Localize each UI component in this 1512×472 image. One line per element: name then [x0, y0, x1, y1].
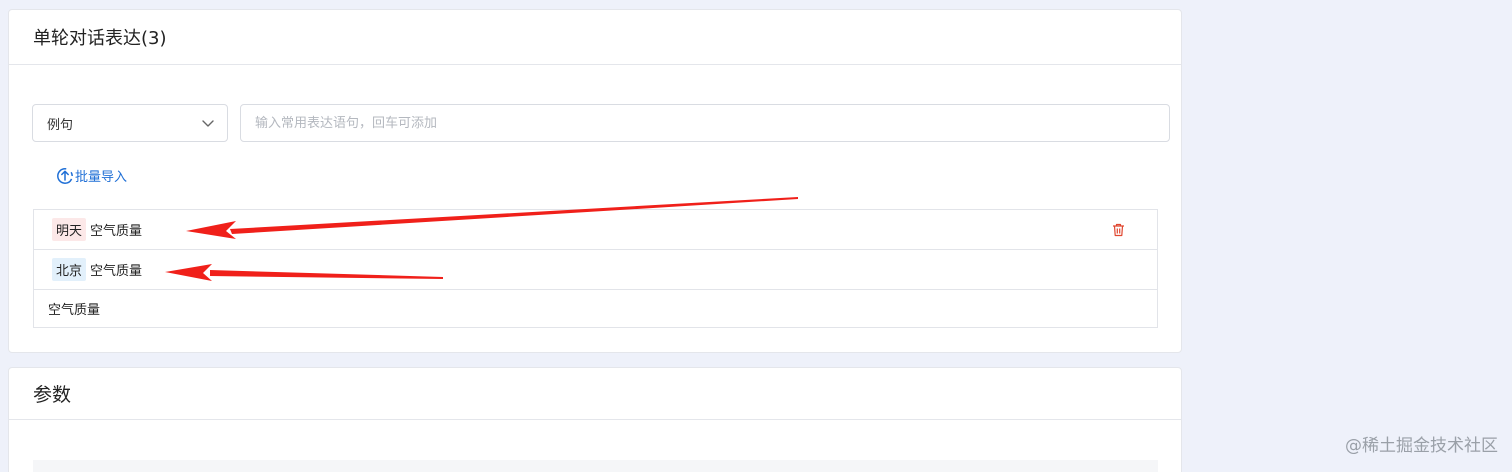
list-item-text: 空气质量 — [48, 303, 101, 318]
expression-input[interactable] — [240, 104, 1170, 142]
upload-icon — [57, 167, 73, 184]
parameters-title: 参数 — [33, 384, 72, 406]
parameters-card-header: 参数 — [9, 368, 1181, 420]
expressions-card-header: 单轮对话表达(3) — [9, 10, 1181, 65]
entity-tag[interactable]: 北京 — [52, 258, 87, 281]
parameters-card: 参数 — [8, 367, 1182, 472]
entity-tag[interactable]: 明天 — [52, 218, 87, 241]
expression-type-select[interactable]: 例句 — [32, 104, 228, 142]
list-item-text: 空气质量 — [90, 264, 143, 279]
batch-import-button[interactable]: 批量导入 — [56, 166, 127, 185]
expression-type-value: 例句 — [47, 117, 74, 133]
expression-list: 明天 空气质量 北京 空气质量 空气质量 — [33, 209, 1158, 328]
expressions-title: 单轮对话表达(3) — [33, 28, 167, 49]
watermark: @稀土掘金技术社区 — [1345, 436, 1498, 456]
parameters-table-header — [33, 460, 1158, 472]
trash-icon[interactable] — [1112, 223, 1125, 237]
list-item[interactable]: 空气质量 — [34, 290, 1157, 327]
list-item[interactable]: 北京 空气质量 — [34, 250, 1157, 290]
list-item-text: 空气质量 — [90, 224, 143, 239]
expressions-card: 单轮对话表达(3) 例句 批量导入 明天 空气质量 北京 空气质量 空气质量 — [8, 9, 1182, 353]
chevron-down-icon — [202, 120, 214, 127]
list-item[interactable]: 明天 空气质量 — [34, 210, 1157, 250]
batch-import-label: 批量导入 — [75, 170, 128, 185]
